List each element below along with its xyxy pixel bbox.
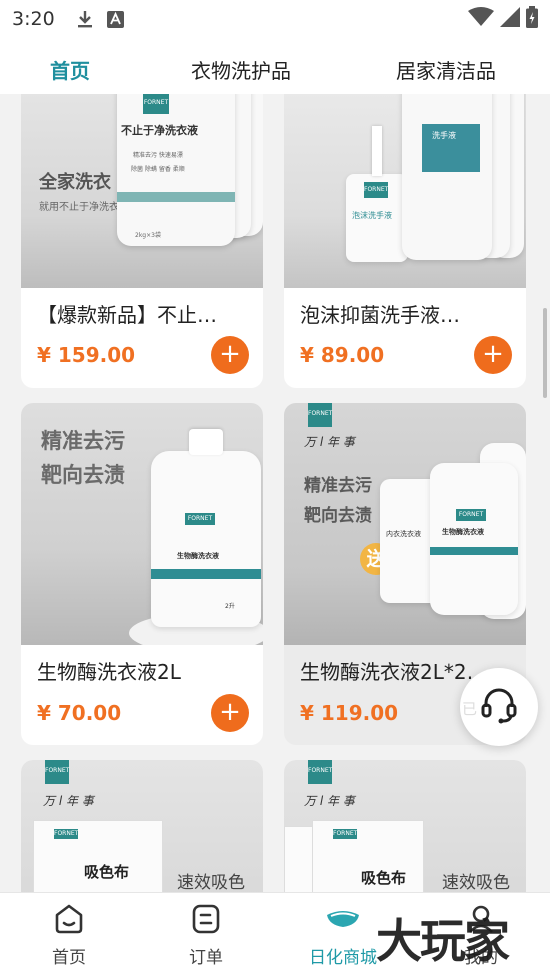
- product-card[interactable]: 精准去污 靶向去渍 FORNET 生物酶洗衣液 2升 生物酶洗衣液2L ¥ 70…: [21, 403, 263, 745]
- tab-home[interactable]: 首页: [50, 55, 90, 84]
- order-icon: [190, 904, 222, 939]
- product-price: ¥ 159.00: [37, 343, 136, 367]
- brand-logo: FORNET: [143, 94, 169, 114]
- product-box: FORNET 吸色布: [33, 820, 163, 892]
- refill-label: 洗手液: [432, 131, 456, 140]
- image-subline: 就用不止于净洗衣液: [39, 202, 129, 213]
- detergent-bottle: FORNET 生物酶洗衣液 2升: [151, 429, 261, 627]
- brand-logo: FORNET: [333, 829, 358, 839]
- product-image: 精准去污 靶向去渍 FORNET 生物酶洗衣液 2升: [21, 403, 263, 645]
- brand-logo: FORNET: [45, 760, 69, 784]
- pouch-volume: 2kg×3袋: [135, 232, 161, 239]
- brand-logo: FORNET: [308, 760, 332, 784]
- bottle-label: 生物酶洗衣液: [442, 528, 484, 536]
- pouch-features-2: 除菌 除螨 留香 柔顺: [131, 166, 185, 173]
- pouch-name: 不止于净洗衣液: [121, 124, 198, 137]
- wifi-icon: [468, 7, 494, 31]
- product-pouch: FORNET 不止于净洗衣液 精准去污 快速易漂 除菌 除螨 留香 柔顺 2kg…: [117, 94, 235, 246]
- product-grid: 全家洗衣 就用不止于净洗衣液 FORNET 不止于净洗衣液 精准去污 快速易漂 …: [0, 94, 550, 892]
- add-to-cart-button[interactable]: +: [211, 694, 249, 732]
- image-headline-2: 靶向去渍: [304, 506, 372, 526]
- image-tagline: 速效吸色: [177, 873, 245, 892]
- brand-script: 万 l 年 事: [304, 435, 355, 449]
- box-label: 吸色布: [361, 869, 407, 887]
- nav-label-home: 首页: [52, 948, 86, 968]
- product-card[interactable]: FORNET 万 l 年 事 FORNET 吸色布 速效吸色: [21, 760, 263, 892]
- nav-item-orders[interactable]: 订单: [151, 903, 261, 968]
- status-bar: 3:20: [0, 0, 550, 38]
- brand-script: 万 l 年 事: [43, 794, 94, 808]
- refill-pouch: 洗手液: [402, 94, 492, 260]
- nav-item-home[interactable]: 首页: [14, 903, 124, 968]
- bottle-label: 生物酶洗衣液: [177, 552, 219, 560]
- scrollbar[interactable]: [543, 308, 547, 398]
- pump-bottle: FORNET 泡沫洗手液: [346, 174, 408, 262]
- product-price: ¥ 70.00: [37, 701, 122, 725]
- image-tagline: 速效吸色: [442, 873, 510, 892]
- product-image: FORNET 万 l 年 事 FORNET 吸色布 速效吸色: [284, 760, 526, 892]
- category-tabs: 首页 衣物洗护品 居家清洁品: [0, 38, 550, 94]
- product-title[interactable]: 泡沫抑菌洗手液…: [300, 299, 460, 328]
- tab-laundry-care[interactable]: 衣物洗护品: [191, 55, 291, 84]
- image-headline-1: 精准去污: [304, 476, 372, 496]
- download-icon: [77, 10, 93, 28]
- product-price: ¥ 89.00: [300, 343, 385, 367]
- add-to-cart-button[interactable]: +: [211, 336, 249, 374]
- brand-logo: FORNET: [308, 403, 332, 427]
- text-app-icon: [106, 10, 124, 28]
- brand-logo: FORNET: [185, 513, 215, 525]
- tab-home-cleaning[interactable]: 居家清洁品: [396, 55, 496, 84]
- image-headline-2: 靶向去渍: [41, 463, 125, 487]
- battery-icon: [526, 6, 538, 32]
- headset-icon: [479, 685, 519, 729]
- fab-overlay-text: 已: [462, 700, 478, 718]
- brand-script: 万 l 年 事: [304, 794, 355, 808]
- product-image: FORNET 泡沫洗手液 洗手液: [284, 94, 526, 288]
- brand-logo: FORNET: [456, 509, 486, 521]
- pump-label: 泡沫洗手液: [352, 211, 392, 220]
- brand-logo: FORNET: [364, 182, 388, 198]
- status-right: [468, 6, 538, 32]
- product-price: ¥ 119.00: [300, 701, 399, 725]
- signal-icon: [500, 7, 520, 31]
- product-image: 全家洗衣 就用不止于净洗衣液 FORNET 不止于净洗衣液 精准去污 快速易漂 …: [21, 94, 263, 288]
- mall-icon: [323, 911, 363, 939]
- refill-label: 内衣洗衣液: [386, 530, 421, 538]
- product-title[interactable]: 生物酶洗衣液2L: [37, 656, 181, 685]
- watermark: 大玩家: [376, 914, 510, 968]
- product-box: FORNET 吸色布: [312, 820, 424, 892]
- bottle-volume: 2升: [225, 603, 235, 610]
- product-card[interactable]: FORNET 万 l 年 事 FORNET 吸色布 速效吸色: [284, 760, 526, 892]
- product-title[interactable]: 生物酶洗衣液2L*2…: [300, 656, 487, 685]
- product-title[interactable]: 【爆款新品】不止…: [37, 299, 217, 328]
- add-to-cart-button[interactable]: +: [474, 336, 512, 374]
- home-icon: [53, 904, 85, 939]
- image-headline-1: 精准去污: [41, 429, 125, 453]
- status-time: 3:20: [12, 8, 55, 30]
- detergent-bottle: FORNET 生物酶洗衣液: [430, 463, 518, 615]
- product-image: FORNET 万 l 年 事 精准去污 靶向去渍 送 内衣洗衣液 FORNET …: [284, 403, 526, 645]
- product-card[interactable]: 全家洗衣 就用不止于净洗衣液 FORNET 不止于净洗衣液 精准去污 快速易漂 …: [21, 94, 263, 388]
- nav-label-orders: 订单: [189, 948, 223, 968]
- product-card[interactable]: FORNET 泡沫洗手液 洗手液 泡沫抑菌洗手液… ¥ 89.00 +: [284, 94, 526, 388]
- product-image: FORNET 万 l 年 事 FORNET 吸色布 速效吸色: [21, 760, 263, 892]
- box-label: 吸色布: [84, 863, 130, 881]
- pouch-features: 精准去污 快速易漂: [133, 152, 183, 159]
- customer-service-button[interactable]: 已: [460, 668, 538, 746]
- brand-logo: FORNET: [54, 829, 79, 839]
- image-headline: 全家洗衣: [39, 172, 111, 193]
